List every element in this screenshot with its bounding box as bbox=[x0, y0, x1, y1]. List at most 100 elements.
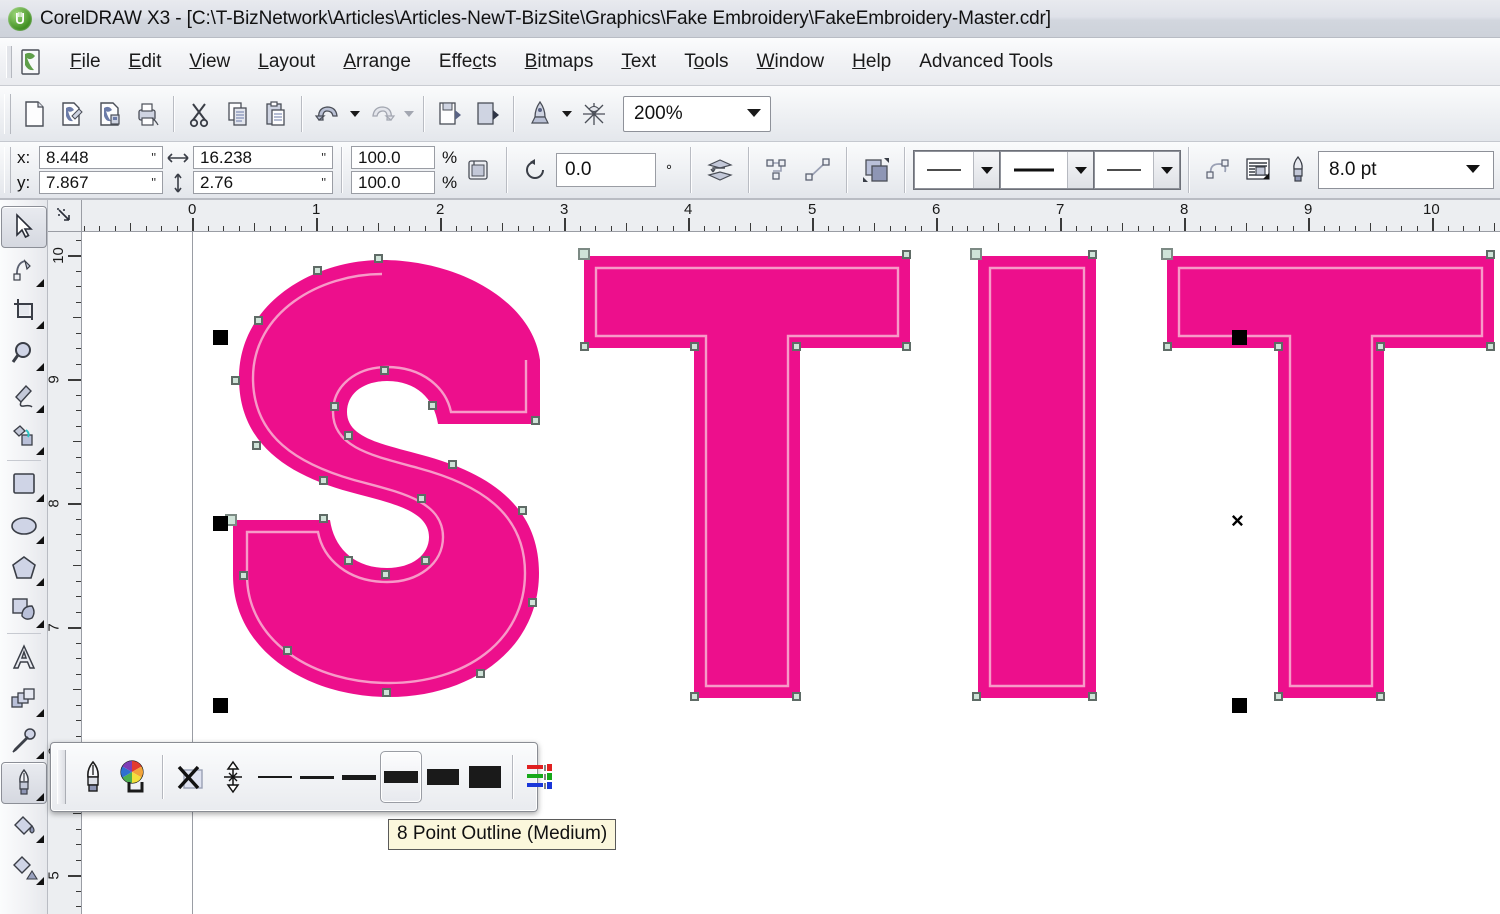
menu-help[interactable]: Help bbox=[838, 47, 905, 77]
node-marker[interactable] bbox=[230, 375, 240, 385]
fill-tool[interactable] bbox=[1, 804, 47, 846]
node-marker-start[interactable] bbox=[1161, 248, 1173, 260]
twentyfour-point-outline-button[interactable] bbox=[464, 751, 506, 803]
outline-width-chevron-down-icon[interactable] bbox=[1067, 152, 1093, 188]
outline-to-object-icon[interactable] bbox=[798, 148, 838, 192]
color-docker-button[interactable] bbox=[520, 751, 562, 803]
open-document-icon[interactable] bbox=[53, 93, 91, 135]
node-marker[interactable] bbox=[689, 341, 699, 351]
lock-ratio-icon[interactable] bbox=[458, 148, 498, 192]
selection-handle-top-left[interactable] bbox=[213, 330, 228, 345]
node-marker-start[interactable] bbox=[970, 248, 982, 260]
outline-width-field[interactable] bbox=[1318, 151, 1494, 189]
menu-text[interactable]: Text bbox=[607, 47, 670, 77]
node-marker[interactable] bbox=[530, 415, 540, 425]
selection-handle-bottom-right[interactable] bbox=[1232, 698, 1247, 713]
application-launcher-icon[interactable] bbox=[521, 93, 559, 135]
basic-shapes-tool[interactable] bbox=[1, 589, 47, 631]
rectangle-tool[interactable] bbox=[1, 463, 47, 505]
node-marker[interactable] bbox=[373, 253, 383, 263]
convert-to-curves-icon[interactable] bbox=[758, 148, 798, 192]
node-marker[interactable] bbox=[527, 597, 537, 607]
ellipse-tool[interactable] bbox=[1, 505, 47, 547]
node-marker[interactable] bbox=[1485, 249, 1495, 259]
selection-handle-bottom-left[interactable] bbox=[213, 698, 228, 713]
order-front-icon[interactable] bbox=[856, 148, 896, 192]
zoom-level-combobox[interactable] bbox=[623, 95, 771, 132]
redo-dropdown-chevron-down-icon[interactable] bbox=[401, 93, 417, 135]
node-marker[interactable] bbox=[475, 668, 485, 678]
shape-tool[interactable] bbox=[1, 248, 47, 290]
blend-tool[interactable] bbox=[1, 678, 47, 720]
node-marker[interactable] bbox=[1162, 341, 1172, 351]
node-marker[interactable] bbox=[329, 401, 339, 411]
node-marker[interactable] bbox=[1273, 691, 1283, 701]
menubar-grip[interactable] bbox=[6, 45, 12, 78]
ellipse-tool-flyout-triangle-icon[interactable] bbox=[35, 536, 44, 544]
blend-tool-flyout-triangle-icon[interactable] bbox=[35, 709, 44, 717]
menu-tools[interactable]: Tools bbox=[670, 47, 742, 77]
node-marker[interactable] bbox=[971, 691, 981, 701]
sixteen-point-outline-button[interactable] bbox=[422, 751, 464, 803]
freehand-tool-flyout-triangle-icon[interactable] bbox=[35, 405, 44, 413]
node-marker[interactable] bbox=[1485, 341, 1495, 351]
rectangle-tool-flyout-triangle-icon[interactable] bbox=[35, 494, 44, 502]
rotation-angle-field[interactable]: 0.0 bbox=[556, 153, 656, 187]
node-marker[interactable] bbox=[238, 570, 248, 580]
outline-tool[interactable] bbox=[0, 762, 47, 804]
node-marker[interactable] bbox=[791, 691, 801, 701]
node-marker[interactable] bbox=[318, 513, 328, 523]
arrowhead-end-combobox[interactable] bbox=[1093, 150, 1181, 190]
menu-arrange[interactable]: Arrange bbox=[329, 47, 425, 77]
undo-dropdown-chevron-down-icon[interactable] bbox=[347, 93, 363, 135]
no-outline-button[interactable] bbox=[170, 751, 212, 803]
menu-effects[interactable]: Effects bbox=[425, 47, 511, 77]
node-marker[interactable] bbox=[379, 365, 389, 375]
node-marker[interactable] bbox=[420, 555, 430, 565]
print-icon[interactable] bbox=[129, 93, 167, 135]
paste-icon[interactable] bbox=[257, 93, 295, 135]
zoom-input[interactable] bbox=[624, 102, 724, 125]
fill-tool-flyout-triangle-icon[interactable] bbox=[35, 835, 44, 843]
node-marker[interactable] bbox=[427, 400, 437, 410]
propertybar-grip[interactable] bbox=[4, 147, 11, 193]
hairline-outline-button[interactable] bbox=[212, 751, 254, 803]
menu-bitmaps[interactable]: Bitmaps bbox=[511, 47, 608, 77]
smart-fill-tool-flyout-triangle-icon[interactable] bbox=[35, 447, 44, 455]
node-marker[interactable] bbox=[579, 341, 589, 351]
corel-online-icon[interactable] bbox=[575, 93, 613, 135]
interactive-fill-tool[interactable] bbox=[1, 846, 47, 888]
contour-icon[interactable] bbox=[1198, 148, 1238, 192]
width-field[interactable]: 16.238 " bbox=[193, 146, 333, 169]
menu-window[interactable]: Window bbox=[743, 47, 839, 77]
node-marker[interactable] bbox=[343, 555, 353, 565]
save-document-icon[interactable] bbox=[91, 93, 129, 135]
node-marker[interactable] bbox=[1375, 691, 1385, 701]
text-tool[interactable] bbox=[1, 636, 47, 678]
one-point-outline-button[interactable] bbox=[296, 751, 338, 803]
node-marker[interactable] bbox=[282, 645, 292, 655]
node-marker[interactable] bbox=[901, 249, 911, 259]
pick-tool[interactable] bbox=[0, 206, 47, 248]
mirror-buttons-group[interactable] bbox=[700, 148, 740, 192]
menu-advanced-tools[interactable]: Advanced Tools bbox=[905, 47, 1067, 77]
node-marker-start[interactable] bbox=[578, 248, 590, 260]
zoom-chevron-down-icon[interactable] bbox=[746, 105, 762, 123]
outline-style-combobox[interactable] bbox=[913, 150, 1001, 190]
toolbar-grip[interactable] bbox=[4, 93, 11, 134]
outline-width-chevron-down-icon-2[interactable] bbox=[1465, 161, 1481, 179]
flyout-grip[interactable] bbox=[57, 750, 66, 804]
eyedropper-tool-flyout-triangle-icon[interactable] bbox=[35, 751, 44, 759]
node-marker[interactable] bbox=[1375, 341, 1385, 351]
selection-handle-top-right[interactable] bbox=[1232, 330, 1247, 345]
shape-tool-flyout-triangle-icon[interactable] bbox=[35, 279, 44, 287]
copy-icon[interactable] bbox=[219, 93, 257, 135]
menu-edit[interactable]: Edit bbox=[115, 47, 176, 77]
ruler-origin-icon[interactable] bbox=[48, 200, 82, 232]
outline-color-dialog-button[interactable] bbox=[114, 751, 156, 803]
wrap-paragraph-text-icon[interactable] bbox=[1238, 148, 1278, 192]
scale-x-field[interactable]: 100.0 bbox=[351, 146, 435, 169]
smart-fill-tool[interactable] bbox=[1, 416, 47, 458]
new-document-icon[interactable] bbox=[15, 93, 53, 135]
node-marker[interactable] bbox=[1087, 249, 1097, 259]
